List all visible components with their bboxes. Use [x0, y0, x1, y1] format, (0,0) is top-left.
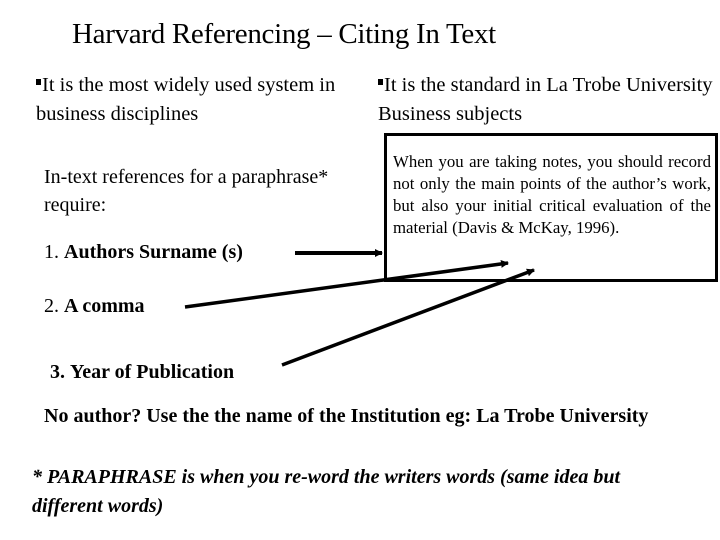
- arrow-year-to-citation: [281, 268, 535, 367]
- paraphrase-definition: * PARAPHRASE is when you re-word the wri…: [32, 466, 621, 517]
- requirement-number: 2.: [44, 295, 59, 317]
- requirement-year: 3. Year of Publication: [50, 361, 234, 384]
- example-citation-text: When you are taking notes, you should re…: [393, 152, 711, 237]
- requirement-number: 1.: [44, 241, 59, 263]
- requirement-number: 3.: [50, 361, 65, 383]
- bullet-square-icon: [36, 79, 41, 86]
- bullet-text: It is the most widely used system in bus…: [36, 74, 336, 125]
- example-citation-box: When you are taking notes, you should re…: [384, 133, 718, 282]
- bullet-text: It is the standard in La Trobe Universit…: [378, 74, 713, 125]
- bullet-la-trobe-standard: It is the standard in La Trobe Universit…: [378, 71, 718, 129]
- requirement-label: A comma: [64, 295, 145, 317]
- bullet-square-icon: [378, 79, 383, 86]
- intro-text: In-text references for a paraphrase* req…: [44, 166, 329, 216]
- requirement-label: Authors Surname (s): [64, 241, 243, 263]
- no-author-note: No author? Use the the name of the Insti…: [44, 405, 649, 427]
- bullet-widely-used: It is the most widely used system in bus…: [36, 71, 356, 129]
- requirement-authors-surname: 1. Authors Surname (s): [44, 241, 243, 264]
- requirement-comma: 2. A comma: [44, 295, 145, 318]
- requirement-label: Year of Publication: [70, 361, 235, 383]
- slide-title: Harvard Referencing – Citing In Text: [72, 18, 496, 50]
